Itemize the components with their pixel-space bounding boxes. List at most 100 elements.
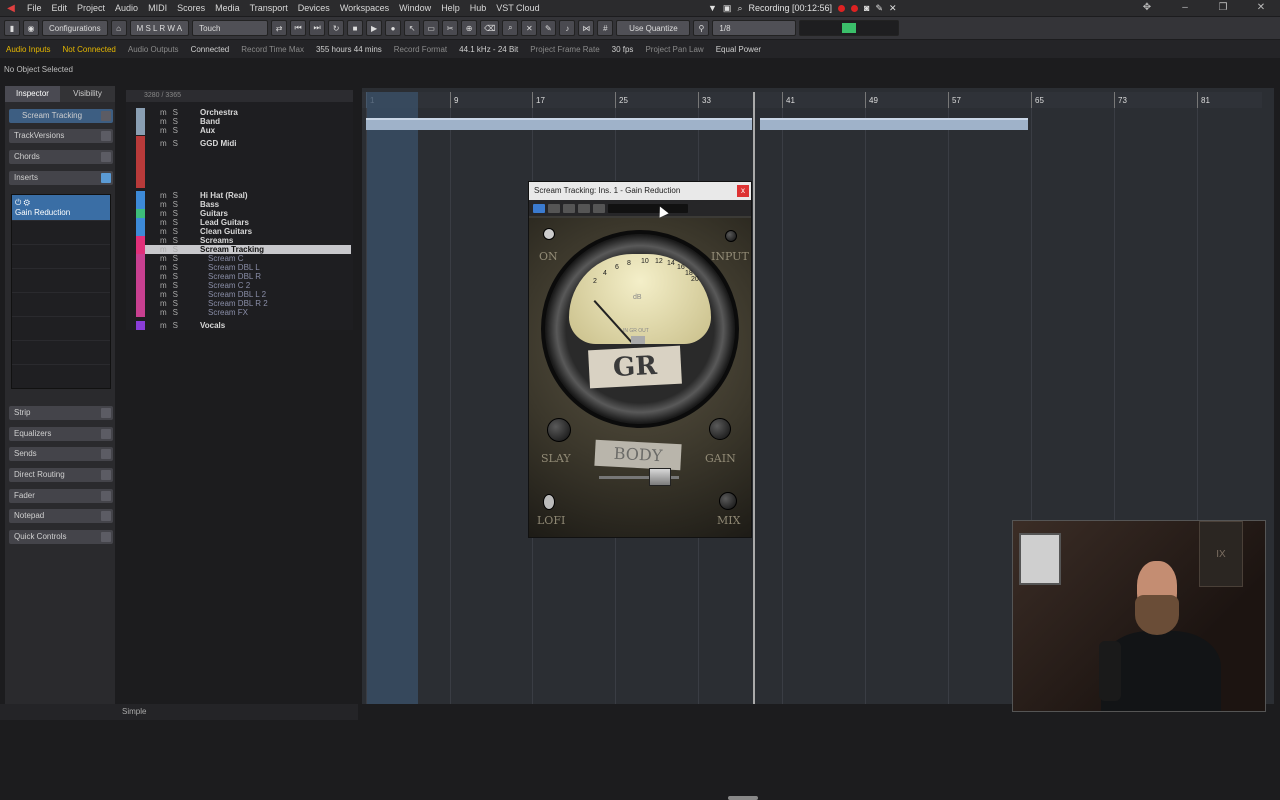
- insert-slot-1[interactable]: ⏻ ⚙ Gain Reduction: [12, 195, 110, 221]
- track-row[interactable]: mS Scream DBL R: [136, 272, 351, 281]
- maximize-icon[interactable]: ❐: [1204, 0, 1242, 16]
- insert-slot-empty[interactable]: [12, 317, 110, 341]
- menu-hub[interactable]: Hub: [465, 3, 492, 13]
- mute-solo-buttons[interactable]: mS: [160, 299, 184, 308]
- mute-solo-buttons[interactable]: mS: [160, 227, 184, 236]
- mute-solo-buttons[interactable]: mS: [160, 126, 184, 135]
- tab-inspector[interactable]: Inspector: [5, 86, 60, 102]
- track-row[interactable]: mS Bass: [136, 200, 351, 209]
- track-color-bar[interactable]: [136, 254, 145, 263]
- ruler[interactable]: 19172533414957657381: [362, 92, 1262, 108]
- menu-midi[interactable]: MIDI: [143, 3, 172, 13]
- section-trackversions[interactable]: TrackVersions: [9, 129, 113, 143]
- insert-slot-empty[interactable]: [12, 221, 110, 245]
- insert-slot-empty[interactable]: [12, 245, 110, 269]
- audio-inputs-label[interactable]: Audio Inputs: [6, 45, 50, 54]
- mute-solo-buttons[interactable]: mS: [160, 281, 184, 290]
- quantize-icon[interactable]: ⚲: [693, 20, 710, 36]
- track-row[interactable]: mS Hi Hat (Real): [136, 191, 351, 200]
- track-color-bar[interactable]: [136, 290, 145, 299]
- insert-power-icon[interactable]: ⏻ ⚙: [15, 198, 107, 208]
- track-color-bar[interactable]: [136, 299, 145, 308]
- mute-solo-buttons[interactable]: mS: [160, 254, 184, 263]
- close-recording-icon[interactable]: ✕: [889, 3, 897, 14]
- range-tool-icon[interactable]: ▭: [423, 20, 440, 36]
- track-row[interactable]: mS Scream C: [136, 254, 351, 263]
- plugin-power-icon[interactable]: [533, 203, 545, 213]
- track-row[interactable]: mS Scream C 2: [136, 281, 351, 290]
- track-row[interactable]: mS Scream Tracking: [136, 245, 351, 254]
- track-color-bar[interactable]: [136, 236, 145, 245]
- on-switch[interactable]: [543, 228, 555, 240]
- track-row[interactable]: mS Orchestra: [136, 108, 351, 117]
- automation-mode-select[interactable]: Touch: [192, 20, 269, 36]
- lofi-switch[interactable]: [543, 494, 555, 510]
- mute-solo-buttons[interactable]: mS: [160, 108, 184, 117]
- plugin-write-icon[interactable]: [578, 203, 590, 213]
- section-chords[interactable]: Chords: [9, 150, 113, 164]
- draw-tool-icon[interactable]: ✎: [540, 20, 557, 36]
- track-color-bar[interactable]: [136, 272, 145, 281]
- split-tool-icon[interactable]: ✂: [442, 20, 459, 36]
- plugin-compare-icon[interactable]: [593, 203, 605, 213]
- menu-vst-cloud[interactable]: VST Cloud: [491, 3, 544, 13]
- horizontal-scrollbar[interactable]: [728, 796, 758, 800]
- track-color-bar[interactable]: [136, 245, 145, 254]
- track-color-bar[interactable]: [136, 218, 145, 227]
- mute-solo-buttons[interactable]: mS: [160, 236, 184, 245]
- mute-solo-buttons[interactable]: mS: [160, 290, 184, 299]
- cycle-region[interactable]: [366, 92, 418, 704]
- section-strip[interactable]: Strip: [9, 406, 113, 420]
- track-row[interactable]: mS Vocals: [136, 321, 351, 330]
- insert-slot-empty[interactable]: [12, 269, 110, 293]
- search-icon[interactable]: ⌕: [737, 3, 742, 14]
- grid-icon[interactable]: #: [597, 20, 614, 36]
- folder-event-bar[interactable]: [366, 118, 752, 130]
- track-color-bar[interactable]: [136, 200, 145, 209]
- mute-solo-buttons[interactable]: mS: [160, 308, 184, 317]
- plugin-title-bar[interactable]: Scream Tracking: Ins. 1 - Gain Reduction…: [529, 182, 751, 200]
- project-cursor[interactable]: [753, 92, 755, 704]
- menu-edit[interactable]: Edit: [47, 3, 73, 13]
- menu-window[interactable]: Window: [394, 3, 436, 13]
- track-row[interactable]: mS Scream DBL L: [136, 263, 351, 272]
- mute-solo-buttons[interactable]: mS: [160, 218, 184, 227]
- section-sends[interactable]: Sends: [9, 447, 113, 461]
- play-tool-icon[interactable]: ♪: [559, 20, 576, 36]
- insert-slot-empty[interactable]: [12, 293, 110, 317]
- minimize-icon[interactable]: –: [1166, 0, 1204, 16]
- body-slider-handle[interactable]: [649, 468, 671, 486]
- cycle-icon[interactable]: ↻: [328, 20, 345, 36]
- track-color-bar[interactable]: [136, 227, 145, 236]
- camera-icon[interactable]: ◙: [864, 3, 869, 13]
- track-color-bar[interactable]: [136, 126, 145, 135]
- track-color-bar[interactable]: [136, 281, 145, 290]
- menu-media[interactable]: Media: [210, 3, 245, 13]
- section-inserts[interactable]: Inserts: [9, 171, 113, 185]
- track-color-bar[interactable]: [136, 117, 145, 126]
- zoom-tool-icon[interactable]: ⌕: [502, 20, 519, 36]
- track-row[interactable]: mS Aux: [136, 126, 351, 135]
- erase-tool-icon[interactable]: ⌫: [480, 20, 500, 36]
- track-color-bar[interactable]: [136, 308, 145, 317]
- input-knob[interactable]: [725, 230, 737, 242]
- track-color-bar[interactable]: [136, 191, 145, 200]
- menu-help[interactable]: Help: [436, 3, 465, 13]
- menu-workspaces[interactable]: Workspaces: [335, 3, 394, 13]
- dropdown-icon[interactable]: ▼: [708, 3, 717, 13]
- track-color-bar[interactable]: [136, 209, 145, 218]
- frame-rate-label[interactable]: Project Frame Rate: [530, 45, 599, 54]
- section-notepad[interactable]: Notepad: [9, 509, 113, 523]
- menu-devices[interactable]: Devices: [293, 3, 335, 13]
- mute-solo-buttons[interactable]: mS: [160, 117, 184, 126]
- section-quick-controls[interactable]: Quick Controls: [9, 530, 113, 544]
- folder-icon[interactable]: ▣: [723, 3, 732, 14]
- plugin-read-icon[interactable]: [563, 203, 575, 213]
- cubase-logo-icon[interactable]: ◀: [0, 0, 22, 16]
- lock-icon[interactable]: ⌂: [110, 20, 127, 36]
- track-color-bar[interactable]: [136, 108, 145, 117]
- track-row[interactable]: mS Scream FX: [136, 308, 351, 317]
- play-icon[interactable]: ▶: [366, 20, 383, 36]
- track-color-bar[interactable]: [136, 263, 145, 272]
- go-to-start-icon[interactable]: ⏮: [290, 20, 307, 36]
